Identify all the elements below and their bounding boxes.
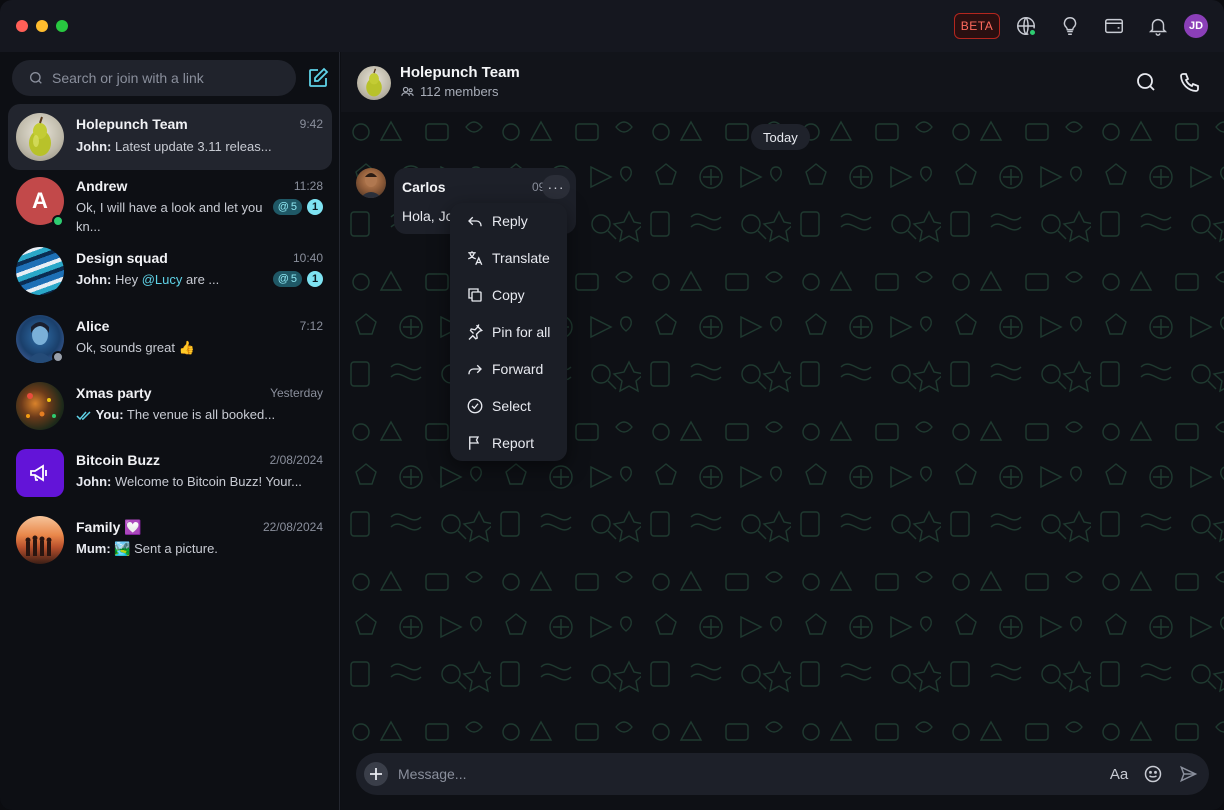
- chat-name: Holepunch Team: [76, 116, 188, 132]
- chat-avatar: [16, 449, 64, 497]
- minimize-window-button[interactable]: [36, 20, 48, 32]
- chat-time: Yesterday: [270, 386, 323, 400]
- menu-item-select[interactable]: Select: [450, 388, 567, 425]
- unread-count-badge: 1: [307, 271, 323, 287]
- ellipsis-icon: ···: [547, 179, 565, 195]
- bell-icon[interactable]: [1146, 14, 1170, 38]
- chat-time: 7:12: [299, 319, 323, 333]
- emoji-icon[interactable]: [1141, 762, 1165, 786]
- wallet-icon[interactable]: [1102, 14, 1126, 38]
- pin-icon: [468, 324, 483, 340]
- chat-list-item[interactable]: Bitcoin Buzz 2/08/2024 John: Welcome to …: [8, 443, 332, 509]
- chat-name: Xmas party: [76, 385, 152, 401]
- search-bar: [12, 60, 296, 96]
- message-input[interactable]: [398, 753, 1048, 795]
- maximize-window-button[interactable]: [56, 20, 68, 32]
- text-format-button[interactable]: Aa: [1107, 762, 1131, 786]
- chat-avatar: [16, 113, 64, 161]
- message-context-menu: Reply Translate Copy Pin for all Forward: [450, 203, 567, 461]
- chat-name: Alice: [76, 318, 110, 334]
- send-icon[interactable]: [1176, 762, 1200, 786]
- message-area[interactable]: Today Carlos 09 Hola, Jo ··· Reply Trans…: [341, 112, 1224, 752]
- chat-preview: John: Hey @Lucy are ...: [76, 272, 220, 287]
- sender-avatar[interactable]: [356, 168, 386, 198]
- chat-preview: John: Welcome to Bitcoin Buzz! Your...: [76, 474, 302, 489]
- close-window-button[interactable]: [16, 20, 28, 32]
- copy-icon: [468, 288, 482, 302]
- chat-list-item[interactable]: A Andrew 11:28 Ok, I will have a look an…: [8, 170, 332, 242]
- chat-list-item[interactable]: Design squad 10:40 John: Hey @Lucy are .…: [8, 242, 332, 308]
- translate-icon: [468, 251, 483, 266]
- chat-name: Design squad: [76, 250, 168, 266]
- chat-name: Andrew: [76, 178, 128, 194]
- menu-item-forward[interactable]: Forward: [450, 351, 567, 388]
- chat-preview: Ok, sounds great 👍: [76, 340, 195, 355]
- away-status-dot: [52, 351, 64, 363]
- message-text: Hola, Jo: [402, 208, 454, 224]
- chat-list-sidebar: Holepunch Team 9:42 John: Latest update …: [0, 52, 340, 810]
- check-circle-icon: [467, 398, 483, 414]
- search-input[interactable]: [52, 60, 282, 96]
- chat-time: 2/08/2024: [269, 453, 323, 467]
- chat-avatar: [16, 247, 64, 295]
- forward-icon: [468, 364, 482, 375]
- chat-list-item[interactable]: Family 💟 22/08/2024 Mum: 🏞️ Sent a pictu…: [8, 510, 332, 576]
- beta-badge[interactable]: BETA: [954, 13, 1000, 39]
- menu-item-report[interactable]: Report: [450, 425, 567, 462]
- chat-panel: Holepunch Team 112 members Today Carlos …: [341, 52, 1224, 810]
- chat-list-item[interactable]: Xmas party Yesterday You: The venue is a…: [8, 376, 332, 442]
- lightbulb-icon[interactable]: [1058, 14, 1082, 38]
- date-divider: Today: [751, 124, 810, 150]
- menu-item-translate[interactable]: Translate: [450, 240, 567, 277]
- message-composer: Aa: [356, 753, 1209, 795]
- chat-avatar: [16, 516, 64, 564]
- search-icon: [30, 72, 42, 84]
- reply-icon: [468, 216, 482, 227]
- chat-title[interactable]: Holepunch Team: [400, 64, 520, 81]
- chat-list-item[interactable]: Alice 7:12 Ok, sounds great 👍: [8, 309, 332, 375]
- chat-time: 9:42: [299, 117, 323, 131]
- mention-badge: @5: [272, 199, 302, 215]
- message-author: Carlos: [402, 179, 446, 195]
- group-avatar[interactable]: [357, 66, 391, 100]
- menu-item-pin[interactable]: Pin for all: [450, 314, 567, 351]
- globe-icon[interactable]: [1014, 14, 1038, 38]
- mention-text: @Lucy: [141, 272, 183, 287]
- compose-icon[interactable]: [306, 66, 330, 90]
- chat-header: Holepunch Team 112 members: [341, 52, 1224, 112]
- chat-name: Family 💟: [76, 519, 142, 535]
- member-count: 112 members: [400, 84, 499, 99]
- chat-preview: Ok, I will have a look and let you kn...: [76, 200, 263, 234]
- online-status-dot: [52, 215, 64, 227]
- title-bar: BETA JD: [0, 0, 1224, 52]
- chat-time: 22/08/2024: [262, 520, 323, 534]
- phone-icon[interactable]: [1178, 70, 1202, 94]
- double-check-icon: [76, 411, 91, 420]
- chat-preview: You: The venue is all booked...: [76, 405, 306, 424]
- chat-list-item[interactable]: Holepunch Team 9:42 John: Latest update …: [8, 104, 332, 170]
- user-avatar[interactable]: JD: [1184, 14, 1208, 38]
- attach-button[interactable]: [364, 762, 388, 786]
- members-icon: [401, 86, 414, 96]
- megaphone-icon: [30, 464, 47, 482]
- message-more-button[interactable]: ···: [542, 175, 570, 199]
- app-window: BETA JD Holepunch Team 9:42 J: [0, 0, 1224, 810]
- chat-time: 10:40: [292, 251, 323, 265]
- chat-preview: John: Latest update 3.11 releas...: [76, 139, 272, 154]
- chat-time: 11:28: [293, 179, 323, 193]
- menu-item-reply[interactable]: Reply: [450, 203, 567, 240]
- search-icon[interactable]: [1134, 70, 1158, 94]
- chat-preview: Mum: 🏞️ Sent a picture.: [76, 541, 218, 556]
- chat-name: Bitcoin Buzz: [76, 452, 160, 468]
- flag-icon: [469, 436, 480, 450]
- plus-icon: [370, 768, 382, 780]
- unread-count-badge: 1: [307, 199, 323, 215]
- mention-badge: @5: [272, 271, 302, 287]
- menu-item-copy[interactable]: Copy: [450, 277, 567, 314]
- chat-avatar: [16, 382, 64, 430]
